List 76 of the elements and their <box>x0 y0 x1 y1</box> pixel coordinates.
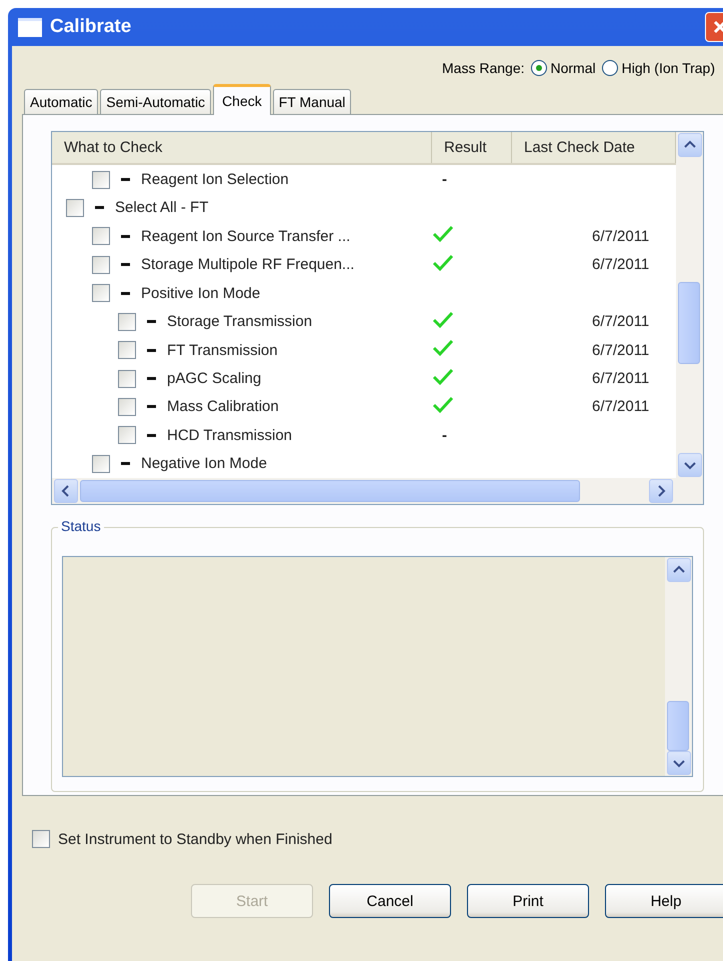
scroll-right-icon[interactable] <box>649 479 673 503</box>
horizontal-scrollbar[interactable] <box>52 478 703 504</box>
tab[interactable]: Check <box>213 84 271 115</box>
tree-item-label[interactable]: HCD Transmission <box>167 426 292 444</box>
tree-item-label[interactable]: Storage Transmission <box>167 313 312 330</box>
checkbox[interactable] <box>118 370 136 388</box>
window-title: Calibrate <box>50 16 132 38</box>
tree-connector <box>147 348 156 352</box>
scroll-up-icon[interactable] <box>678 133 702 157</box>
tree-connector <box>121 292 130 295</box>
tab[interactable]: FT Manual <box>272 89 352 114</box>
check-date: 6/7/2011 <box>592 370 650 388</box>
mass-range-label: Mass Range: <box>442 60 524 76</box>
tab[interactable]: Automatic <box>24 89 98 114</box>
checkbox[interactable] <box>66 198 84 217</box>
checkbox[interactable] <box>118 426 136 444</box>
check-date: 6/7/2011 <box>592 313 650 330</box>
scroll-down-icon[interactable] <box>678 453 702 477</box>
scroll-left-icon[interactable] <box>54 479 78 503</box>
tree-connector <box>121 263 130 266</box>
tree-connector <box>121 234 130 238</box>
checkbox[interactable] <box>92 454 110 473</box>
status-label: Status <box>58 518 104 534</box>
result-text: - <box>441 426 447 444</box>
tree-connector <box>147 320 156 324</box>
checkmark-icon <box>432 339 454 358</box>
radio-button[interactable]: High (Ion Trap) <box>602 60 715 76</box>
checkbox[interactable] <box>92 227 110 246</box>
scrollbar-thumb[interactable] <box>678 282 700 364</box>
checkbox[interactable] <box>92 284 110 302</box>
check-date: 6/7/2011 <box>592 228 650 245</box>
dialog-button[interactable]: Print <box>467 884 589 918</box>
window-icon <box>18 18 42 36</box>
result-text: - <box>441 171 447 188</box>
tree-item-label[interactable]: FT Transmission <box>167 342 278 359</box>
checkmark-icon <box>432 396 454 414</box>
check-date: 6/7/2011 <box>592 342 650 359</box>
tree-item-label[interactable]: Negative Ion Mode <box>141 455 267 472</box>
tab[interactable]: Semi-Automatic <box>100 89 212 114</box>
checkmark-icon <box>432 310 454 329</box>
tree-connector <box>121 178 130 182</box>
tree-item-label[interactable]: Storage Multipole RF Frequen... <box>141 256 354 274</box>
checkbox[interactable] <box>92 256 110 274</box>
checkbox[interactable] <box>118 341 136 360</box>
tree-item-label[interactable]: Reagent Ion Source Transfer ... <box>141 228 350 245</box>
tree-connector <box>147 377 156 380</box>
tree-connector <box>147 405 156 408</box>
column-header[interactable]: What to Check <box>52 132 432 164</box>
standby-label[interactable]: Set Instrument to Standby when Finished <box>58 830 332 848</box>
checkbox[interactable] <box>118 398 136 416</box>
dialog-button[interactable]: Help <box>605 884 723 918</box>
tree-item-label[interactable]: Positive Ion Mode <box>141 284 260 302</box>
vertical-scrollbar[interactable] <box>665 557 692 776</box>
tree-item-label[interactable]: Select All - FT <box>115 199 208 216</box>
radio-button[interactable]: Normal <box>530 60 596 76</box>
tree-item-label[interactable]: Mass Calibration <box>167 398 279 416</box>
tree-connector <box>147 434 156 437</box>
vertical-scrollbar[interactable] <box>676 132 703 478</box>
scroll-down-icon[interactable] <box>666 751 690 775</box>
checkmark-icon <box>432 254 454 272</box>
tree-item-label[interactable]: Reagent Ion Selection <box>141 171 289 188</box>
checkmark-icon <box>432 225 454 244</box>
checkbox[interactable] <box>32 830 50 848</box>
dialog-button[interactable]: Cancel <box>329 884 451 918</box>
column-header[interactable]: Result <box>432 132 512 164</box>
check-date: 6/7/2011 <box>592 398 650 416</box>
scroll-up-icon[interactable] <box>666 558 690 582</box>
scrollbar-thumb[interactable] <box>80 480 580 502</box>
checkmark-icon <box>432 368 454 386</box>
tree-item-label[interactable]: pAGC Scaling <box>167 370 262 388</box>
check-date: 6/7/2011 <box>592 256 650 274</box>
tree-connector <box>95 206 104 210</box>
scrollbar-thumb[interactable] <box>667 701 689 751</box>
checkbox[interactable] <box>92 170 110 189</box>
tree-connector <box>121 462 130 466</box>
checkbox[interactable] <box>118 312 136 331</box>
